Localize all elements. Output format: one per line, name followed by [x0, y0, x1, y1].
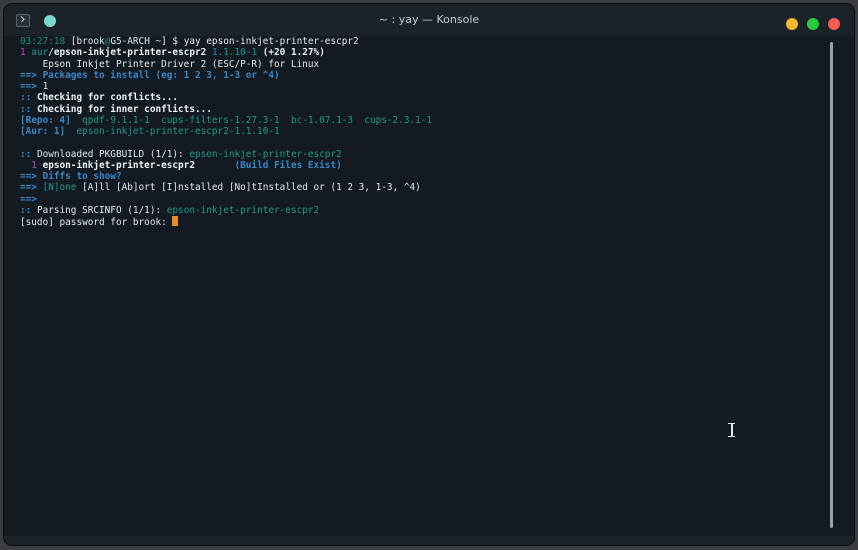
window-title: ~ : yay — Konsole [378, 13, 480, 26]
terminal-text: :: [20, 92, 37, 104]
close-button[interactable] [828, 18, 840, 30]
terminal-text: epson-inkjet-printer-escpr2 [189, 148, 342, 160]
terminal-text: epson-inkjet-printer-escpr2-1.1.10-1 [65, 126, 280, 137]
terminal-line: 1 aur/epson-inkjet-printer-escpr2 1.1.10… [20, 47, 820, 58]
terminal-text: :: [20, 204, 37, 216]
terminal-text: epson-inkjet-printer-escpr2 [42, 159, 195, 171]
window-bottom-border [4, 536, 854, 545]
terminal-text: 1.1.10-1 [206, 47, 263, 59]
terminal-text: epson-inkjet-printer-escpr2 [53, 47, 207, 59]
minimize-button[interactable] [786, 18, 798, 30]
terminal-line: ==> Packages to install (eg: 1 2 3, 1-3 … [20, 70, 820, 81]
terminal-text: Parsing SRCINFO (1/1): [36, 204, 167, 216]
text-cursor-ibeam-icon [727, 423, 736, 437]
terminal-text: ==> [20, 81, 43, 92]
terminal-text: ==> Diffs to show? [20, 171, 122, 182]
terminal-text: 1 [42, 81, 49, 92]
terminal-line: :: Downloaded PKGBUILD (1/1): epson-inkj… [20, 149, 820, 160]
title-bar[interactable]: ~ : yay — Konsole [4, 4, 854, 36]
terminal-text: 1 [20, 47, 32, 59]
terminal-line: :: Checking for inner conflicts... [20, 104, 820, 115]
terminal-text: ==> [20, 182, 43, 194]
terminal-text: Downloaded PKGBUILD (1/1): [36, 148, 190, 160]
terminal-text: [Repo: 4] [20, 114, 71, 126]
terminal-line: [Aur: 1] epson-inkjet-printer-escpr2-1.1… [20, 126, 820, 137]
terminal-text: Epson Inkjet Printer Driver 2 (ESC/P-R) … [20, 58, 320, 70]
terminal-line: ==> Diffs to show? [20, 171, 820, 182]
terminal-text: G5-ARCH ~] $ yay epson-inkjet-printer-es… [110, 36, 359, 47]
terminal-line: [Repo: 4] qpdf-9.1.1-1 cups-filters-1.27… [20, 115, 820, 126]
terminal-text: 1 [20, 159, 43, 171]
terminal-line: ==> 1 [20, 81, 820, 92]
terminal-line: ==> [N]one [A]ll [Ab]ort [I]nstalled [No… [20, 182, 820, 193]
vertical-scrollbar[interactable] [830, 42, 833, 528]
terminal-text: Checking for inner conflicts... [36, 103, 212, 115]
terminal-text: [brook [65, 36, 105, 47]
terminal-text: :: [20, 148, 37, 160]
terminal-text: [sudo] password for brook: [20, 217, 173, 228]
terminal-text: (Build Files Exist) [194, 159, 342, 171]
terminal-line: 1 epson-inkjet-printer-escpr2 (Build Fil… [20, 160, 820, 171]
terminal-text: Checking for conflicts... [36, 92, 179, 104]
terminal-text: epson-inkjet-printer-escpr2 [166, 204, 320, 216]
terminal-line: 03:27:18 [brook@G5-ARCH ~] $ yay epson-i… [20, 36, 820, 47]
konsole-window: ~ : yay — Konsole 03:27:18 [brook@G5-ARC… [4, 4, 854, 545]
terminal-text: ==> Packages to install (eg: 1 2 3, 1-3 … [20, 69, 280, 81]
terminal-text: :: [20, 103, 37, 115]
terminal-line: Epson Inkjet Printer Driver 2 (ESC/P-R) … [20, 59, 820, 70]
terminal-text: [N]one [42, 182, 83, 194]
terminal-text: 03:27:18 [20, 36, 66, 47]
terminal-output[interactable]: 03:27:18 [brook@G5-ARCH ~] $ yay epson-i… [20, 36, 820, 530]
terminal-line: ==> [20, 194, 820, 205]
terminal-cursor [172, 216, 179, 226]
terminal-line: [sudo] password for brook: [20, 216, 820, 228]
terminal-text: ==> [20, 193, 37, 205]
maximize-button[interactable] [807, 18, 819, 30]
terminal-text: qpdf-9.1.1-1 cups-filters-1.27.3-1 bc-1.… [70, 114, 433, 126]
terminal-line: :: Checking for conflicts... [20, 92, 820, 103]
terminal-line: :: Parsing SRCINFO (1/1): epson-inkjet-p… [20, 205, 820, 216]
terminal-text: [A]ll [Ab]ort [I]nstalled [No]tInstalled… [82, 182, 421, 194]
terminal-text: [Aur: 1] [20, 126, 66, 137]
terminal-text: aur [31, 47, 49, 59]
terminal-text: (+20 1.27%) [262, 47, 325, 59]
